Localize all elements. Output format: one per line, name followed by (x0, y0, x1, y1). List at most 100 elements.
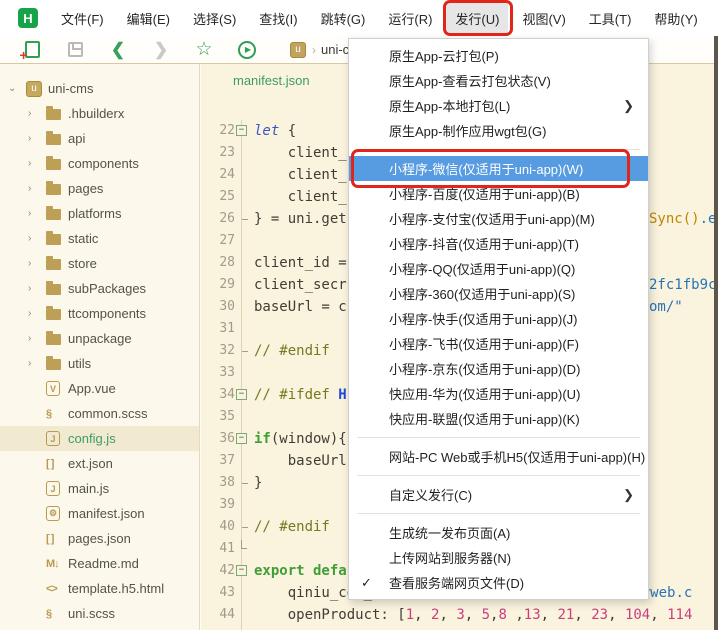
tree-item-store[interactable]: ›store (0, 251, 199, 276)
code-token: , (507, 607, 524, 623)
code-token: } = uni.get (254, 211, 347, 227)
publish-menu-item[interactable]: ✓查看服务端网页文件(D) (349, 570, 648, 595)
json-icon: [ ] (46, 533, 53, 545)
menubar-items: 文件(F)编辑(E)选择(S)查找(I)跳转(G)运行(R)发行(U) 视图(V)… (52, 3, 712, 34)
back-icon: ❮ (111, 40, 125, 60)
menubar-item[interactable]: 文件(F) (52, 3, 113, 34)
publish-menu-item[interactable]: 自定义发行(C)❯ (349, 482, 648, 507)
code-token: 2fc1fb9c (649, 277, 716, 293)
folder-icon (46, 134, 61, 145)
publish-menu-item[interactable]: 原生App-云打包(P) (349, 43, 648, 68)
scss-icon: § (46, 408, 51, 420)
tree-item-subpackages[interactable]: ›subPackages (0, 276, 199, 301)
menubar-item[interactable]: 跳转(G) (312, 3, 375, 34)
back-icon[interactable]: ❮ (107, 39, 129, 61)
fold-toggle-icon[interactable]: − (236, 125, 247, 136)
save-icon[interactable] (64, 39, 86, 61)
menubar-item[interactable]: 帮助(Y) (645, 3, 706, 34)
publish-menu-item[interactable]: 小程序-京东(仅适用于uni-app)(D) (349, 356, 648, 381)
publish-menu-item[interactable]: 小程序-微信(仅适用于uni-app)(W) (349, 156, 648, 181)
publish-menu-item[interactable]: 小程序-抖音(仅适用于uni-app)(T) (349, 231, 648, 256)
tree-item-uni-cms[interactable]: ⌄uuni-cms (0, 76, 199, 101)
menu-item-label: 小程序-微信(仅适用于uni-app)(W) (389, 159, 583, 178)
menubar-item[interactable]: 发行(U) (446, 3, 508, 34)
publish-menu-item[interactable]: 原生App-查看云打包状态(V) (349, 68, 648, 93)
menu-item-label: 原生App-制作应用wgt包(G) (389, 121, 546, 140)
tree-item-pages-json[interactable]: [ ]pages.json (0, 526, 199, 551)
js-icon: J (46, 481, 68, 496)
menubar-item-label: 视图(V) (522, 12, 565, 27)
publish-menu-item[interactable]: 快应用-联盟(仅适用于uni-app)(K) (349, 406, 648, 431)
run-icon[interactable]: ▶ (236, 39, 258, 61)
publish-menu-item[interactable]: 小程序-快手(仅适用于uni-app)(J) (349, 306, 648, 331)
line-number: 43 (201, 582, 241, 604)
tree-item-components[interactable]: ›components (0, 151, 199, 176)
menu-item-label: 网站-PC Web或手机H5(仅适用于uni-app)(H) (389, 447, 645, 466)
tree-item-label: .hbuilderx (68, 106, 124, 121)
new-file-icon[interactable] (21, 39, 43, 61)
tree-item-pages[interactable]: ›pages (0, 176, 199, 201)
menu-item-label: 小程序-快手(仅适用于uni-app)(J) (389, 309, 578, 328)
publish-menu-item[interactable]: 网站-PC Web或手机H5(仅适用于uni-app)(H) (349, 444, 648, 469)
js-icon: J (46, 431, 60, 446)
line-number: 34 (201, 384, 241, 406)
code-text: // #endif (254, 340, 330, 362)
menubar-item[interactable]: 查找(I) (250, 3, 306, 34)
publish-menu-item[interactable]: 原生App-本地打包(L)❯ (349, 93, 648, 118)
fold-toggle-icon[interactable]: − (236, 565, 247, 576)
tree-item-app-vue[interactable]: VApp.vue (0, 376, 199, 401)
manifest-icon: ⚙ (46, 506, 60, 521)
publish-menu-item[interactable]: 快应用-华为(仅适用于uni-app)(U) (349, 381, 648, 406)
tree-item-template-h5-html[interactable]: <>template.h5.html (0, 576, 199, 601)
tree-item-unpackage[interactable]: ›unpackage (0, 326, 199, 351)
menubar-item[interactable]: 运行(R) (379, 3, 441, 34)
tree-chevron-icon: › (28, 258, 46, 269)
menubar-item[interactable]: 视图(V) (513, 3, 574, 34)
tree-item-utils[interactable]: ›utils (0, 351, 199, 376)
menubar-item[interactable]: 选择(S) (184, 3, 245, 34)
publish-menu-item[interactable]: 小程序-QQ(仅适用于uni-app)(Q) (349, 256, 648, 281)
line-number: 32 (201, 340, 241, 362)
menu-item-label: 上传网站到服务器(N) (389, 548, 511, 567)
folder-icon (46, 259, 61, 270)
tree-item-common-scss[interactable]: §common.scss (0, 401, 199, 426)
fold-toggle-icon[interactable]: − (236, 433, 247, 444)
menubar-item[interactable]: 编辑(E) (118, 3, 179, 34)
tree-item-config-js[interactable]: Jconfig.js (0, 426, 199, 451)
tree-item-main-js[interactable]: Jmain.js (0, 476, 199, 501)
code-token: 3 (456, 607, 464, 623)
code-token: if (254, 431, 271, 447)
publish-menu-item[interactable]: 小程序-飞书(仅适用于uni-app)(F) (349, 331, 648, 356)
code-token: , (650, 607, 667, 623)
tree-item-manifest-json[interactable]: ⚙manifest.json (0, 501, 199, 526)
tree-item-uni-scss[interactable]: §uni.scss (0, 601, 199, 626)
tree-chevron-icon: › (28, 208, 46, 219)
publish-menu-item[interactable]: 原生App-制作应用wgt包(G) (349, 118, 648, 143)
favorite-icon[interactable]: ☆ (193, 39, 215, 61)
tree-chevron-icon: › (28, 358, 46, 369)
tree-item-readme-md[interactable]: M↓Readme.md (0, 551, 199, 576)
tree-item-api[interactable]: ›api (0, 126, 199, 151)
fold-toggle-icon[interactable]: − (236, 389, 247, 400)
run-icon: ▶ (238, 41, 256, 59)
tab-manifest-json[interactable]: manifest.json (201, 64, 338, 97)
publish-menu-item[interactable]: 小程序-支付宝(仅适用于uni-app)(M) (349, 206, 648, 231)
code-line: 45 openArticle: [4, 101, 115], (201, 626, 714, 630)
tree-item-ext-json[interactable]: [ ]ext.json (0, 451, 199, 476)
js-icon: J (46, 481, 60, 496)
window-right-edge (714, 36, 718, 630)
tree-item-ttcomponents[interactable]: ›ttcomponents (0, 301, 199, 326)
menubar-item[interactable]: 工具(T) (580, 3, 641, 34)
publish-menu-item[interactable]: 上传网站到服务器(N) (349, 545, 648, 570)
save-icon (68, 42, 83, 57)
publish-menu-item[interactable]: 小程序-360(仅适用于uni-app)(S) (349, 281, 648, 306)
fold-gutter (241, 494, 254, 516)
tree-item-platforms[interactable]: ›platforms (0, 201, 199, 226)
forward-icon[interactable]: ❯ (150, 39, 172, 61)
publish-menu-item[interactable]: 小程序-百度(仅适用于uni-app)(B) (349, 181, 648, 206)
menu-item-label: 小程序-飞书(仅适用于uni-app)(F) (389, 334, 579, 353)
publish-menu-item[interactable]: 生成统一发布页面(A) (349, 520, 648, 545)
tree-item-static[interactable]: ›static (0, 226, 199, 251)
line-number: 23 (201, 142, 241, 164)
tree-item--hbuilderx[interactable]: ›.hbuilderx (0, 101, 199, 126)
